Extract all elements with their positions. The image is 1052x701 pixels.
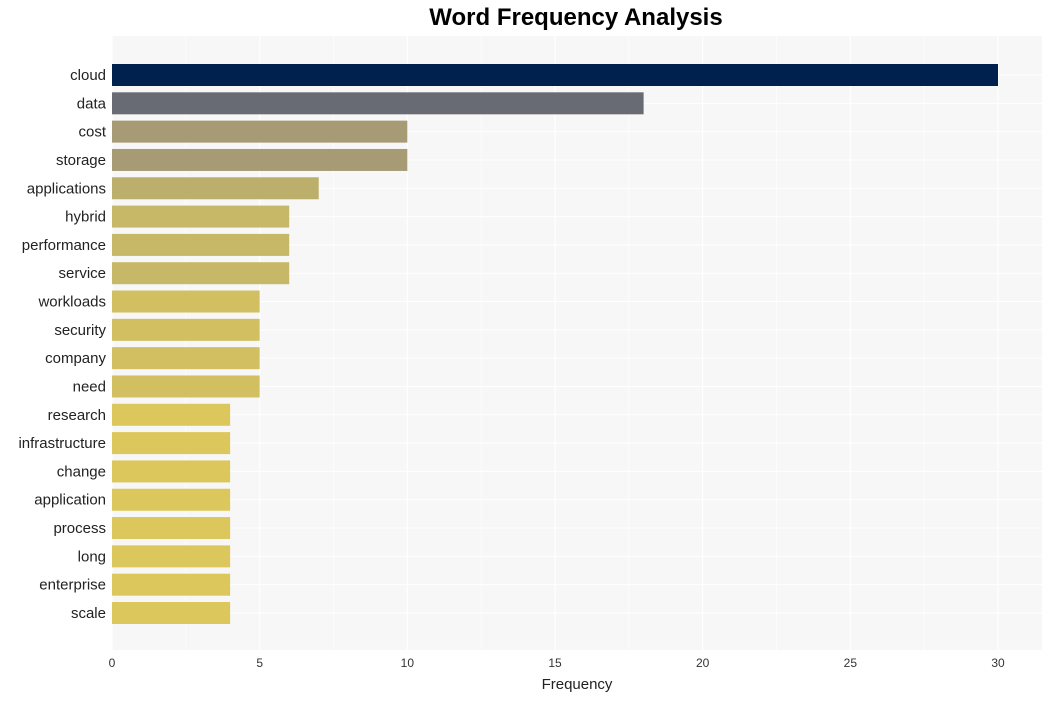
bar-application [112, 488, 231, 511]
x-tick-label: 20 [696, 656, 710, 670]
bar-workloads [112, 290, 260, 313]
category-label-research: research [48, 407, 106, 424]
category-label-cost: cost [78, 124, 106, 141]
bar-hybrid [112, 205, 290, 228]
category-label-cloud: cloud [70, 67, 106, 84]
bar-enterprise [112, 573, 231, 596]
bar-storage [112, 148, 408, 171]
category-label-data: data [77, 95, 107, 112]
category-label-workloads: workloads [37, 294, 106, 311]
x-tick-label: 5 [256, 656, 263, 670]
x-tick-label: 25 [844, 656, 858, 670]
x-tick-label: 30 [991, 656, 1005, 670]
x-tick-label: 0 [109, 656, 116, 670]
bar-service [112, 262, 290, 285]
x-tick-label: 10 [401, 656, 415, 670]
bar-security [112, 318, 260, 341]
bar-performance [112, 233, 290, 256]
category-label-long: long [78, 548, 106, 565]
category-label-scale: scale [71, 605, 106, 622]
category-label-change: change [57, 463, 106, 480]
bar-research [112, 403, 231, 426]
bar-scale [112, 602, 231, 624]
category-label-security: security [54, 322, 106, 339]
bar-long [112, 545, 231, 568]
category-label-storage: storage [56, 152, 106, 169]
category-label-company: company [45, 350, 106, 367]
bar-company [112, 347, 260, 370]
bar-cost [112, 120, 408, 143]
x-tick-labels: 0 5 10 15 20 25 30 [109, 656, 1005, 670]
category-label-process: process [53, 520, 106, 537]
category-label-applications: applications [27, 180, 106, 197]
category-label-performance: performance [22, 237, 106, 254]
category-labels: cloud data cost storage applications hybrid pe… [18, 67, 106, 622]
category-label-application: application [34, 492, 106, 509]
category-label-hybrid: hybrid [65, 209, 106, 226]
bar-change [112, 460, 231, 483]
x-tick-label: 15 [548, 656, 562, 670]
bar-infrastructure [112, 432, 231, 455]
bar-chart: cloud data cost storage applications hybrid pe… [18, 36, 1042, 693]
category-label-enterprise: enterprise [39, 577, 106, 594]
category-label-infrastructure: infrastructure [18, 435, 106, 452]
bar-applications [112, 177, 319, 200]
category-label-need: need [73, 378, 106, 395]
x-axis-label: Frequency [542, 676, 613, 693]
bar-data [112, 92, 644, 115]
bar-process [112, 517, 231, 540]
bar-cloud [112, 64, 998, 86]
bar-need [112, 375, 260, 398]
category-label-service: service [58, 265, 106, 282]
